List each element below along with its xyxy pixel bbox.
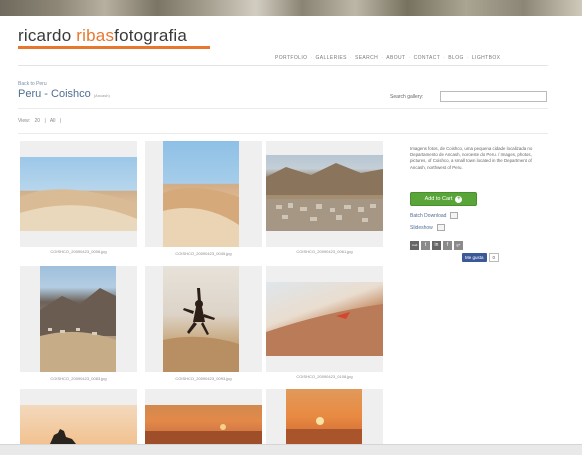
heading-divider (18, 108, 548, 109)
thumbnail-caption[interactable]: COISHCO_20090423_0045.jpg (145, 251, 262, 256)
linkedin-share-icon[interactable]: in (432, 241, 441, 250)
sunset-sun-photo (286, 417, 362, 444)
thumbnail-image[interactable] (20, 157, 137, 231)
thumbnail-image[interactable] (266, 282, 383, 356)
nav-separator: · (443, 55, 446, 61)
thumbnail-image[interactable] (266, 155, 383, 231)
dune-photo (163, 187, 239, 247)
nav-divider (18, 65, 548, 66)
view-label: View: (18, 118, 31, 124)
batch-download-label: Batch Download (410, 212, 447, 219)
town-photo (266, 163, 383, 231)
back-to-peru-link[interactable]: Back to Peru (18, 81, 47, 87)
nav-blog[interactable]: BLOG (448, 55, 464, 61)
thumbnail-image[interactable] (163, 266, 239, 372)
page-title: Peru - Coishco (Ancash) (18, 88, 110, 100)
thumbnail-image[interactable] (286, 389, 362, 444)
logo-word-fotografia: fotografia (114, 26, 188, 45)
nav-separator: · (310, 55, 313, 61)
thumbnail-card[interactable]: COISHCO_20090423_0045.jpg (145, 141, 262, 256)
facebook-share-icon[interactable]: f (443, 241, 452, 250)
view-divider (18, 133, 548, 134)
thumbnail-caption[interactable]: COISHCO_20090423_0061.jpg (266, 249, 383, 254)
email-share-icon[interactable]: mail (410, 241, 419, 250)
nav-separator: · (349, 55, 352, 61)
logo-underline (18, 46, 210, 49)
thumbnail-image[interactable] (40, 266, 116, 372)
thumbnail-caption[interactable]: COISHCO_20090423_0083.jpg (20, 376, 137, 381)
sunset-silhouette-photo (50, 429, 76, 444)
slideshow-icon (436, 224, 445, 231)
batch-download-link[interactable]: Batch Download (410, 212, 459, 219)
site-logo[interactable]: ricardo ribasfotografia (18, 26, 187, 46)
thumbnail-caption[interactable]: COISHCO_20090423_0006.jpg (20, 249, 137, 254)
view-option-20[interactable]: 20 (35, 118, 41, 124)
add-to-cart-button[interactable]: Add to Cart + (410, 192, 477, 206)
horizontal-scrollbar[interactable] (0, 444, 582, 455)
nav-search[interactable]: SEARCH (355, 55, 378, 61)
like-count: 0 (488, 253, 500, 262)
gallery-location-tag: (Ancash) (93, 93, 110, 98)
thumbnail-card[interactable]: COISHCO_20090423_0083.jpg (20, 266, 137, 381)
nav-contact[interactable]: CONTACT (414, 55, 441, 61)
facebook-like-widget: Me gusta 0 (462, 253, 500, 262)
download-icon (450, 212, 459, 219)
thumbnail-card[interactable]: COISHCO_20090423_0093.jpg (145, 266, 262, 381)
nav-portfolio[interactable]: PORTFOLIO (275, 55, 307, 61)
facebook-like-button[interactable]: Me gusta (462, 253, 487, 262)
thumbnail-card[interactable] (145, 389, 262, 444)
thumbnail-card[interactable]: COISHCO_20090423_0108.jpg (266, 266, 383, 379)
thumbnail-image[interactable] (145, 405, 262, 444)
logo-word-ricardo: ricardo (18, 26, 77, 45)
plus-icon: + (455, 195, 463, 203)
share-buttons: mail t in f g+ (410, 241, 463, 250)
slideshow-label: Slideshow (410, 224, 433, 231)
nav-separator: · (466, 55, 469, 61)
thumbnail-caption[interactable]: COISHCO_20090423_0093.jpg (145, 376, 262, 381)
slope-photo (266, 304, 383, 356)
nav-galleries[interactable]: GALLERIES (315, 55, 346, 61)
gallery-description: Imagens fotos, de Coishco, uma pequena c… (410, 146, 533, 170)
gallery-title-text: Peru - Coishco (18, 88, 91, 100)
thumbnail-card[interactable]: COISHCO_20090423_0006.jpg (20, 141, 137, 254)
main-navigation: PORTFOLIO · GALLERIES · SEARCH · ABOUT ·… (275, 55, 500, 61)
view-count-selector: View: 20 | All | (18, 118, 64, 124)
nav-lightbox[interactable]: LIGHTBOX (472, 55, 500, 61)
nav-separator: · (408, 55, 411, 61)
search-gallery-input[interactable] (440, 91, 547, 102)
logo-word-ribas: ribas (76, 26, 115, 45)
thumbnail-image[interactable] (163, 141, 239, 247)
add-to-cart-label: Add to Cart (424, 196, 453, 202)
nav-separator: · (381, 55, 384, 61)
slideshow-link[interactable]: Slideshow (410, 224, 445, 231)
thumbnail-image[interactable] (20, 405, 137, 444)
nav-about[interactable]: ABOUT (386, 55, 405, 61)
header-banner-photo (0, 0, 582, 16)
thumbnail-caption[interactable]: COISHCO_20090423_0108.jpg (266, 374, 383, 379)
mountain-photo (40, 288, 116, 372)
dune-photo (20, 189, 137, 231)
thumbnail-card[interactable] (20, 389, 137, 444)
thumbnail-card[interactable]: COISHCO_20090423_0061.jpg (266, 141, 383, 254)
view-separator: | (44, 118, 46, 124)
sunset-sea-photo (145, 424, 262, 444)
view-separator: | (59, 118, 62, 124)
thumbnail-card[interactable] (266, 389, 383, 444)
jump-photo (163, 288, 239, 372)
view-option-all[interactable]: All (50, 118, 56, 124)
google-plus-share-icon[interactable]: g+ (454, 241, 463, 250)
search-gallery-label: Search gallery: (390, 94, 424, 100)
twitter-share-icon[interactable]: t (421, 241, 430, 250)
